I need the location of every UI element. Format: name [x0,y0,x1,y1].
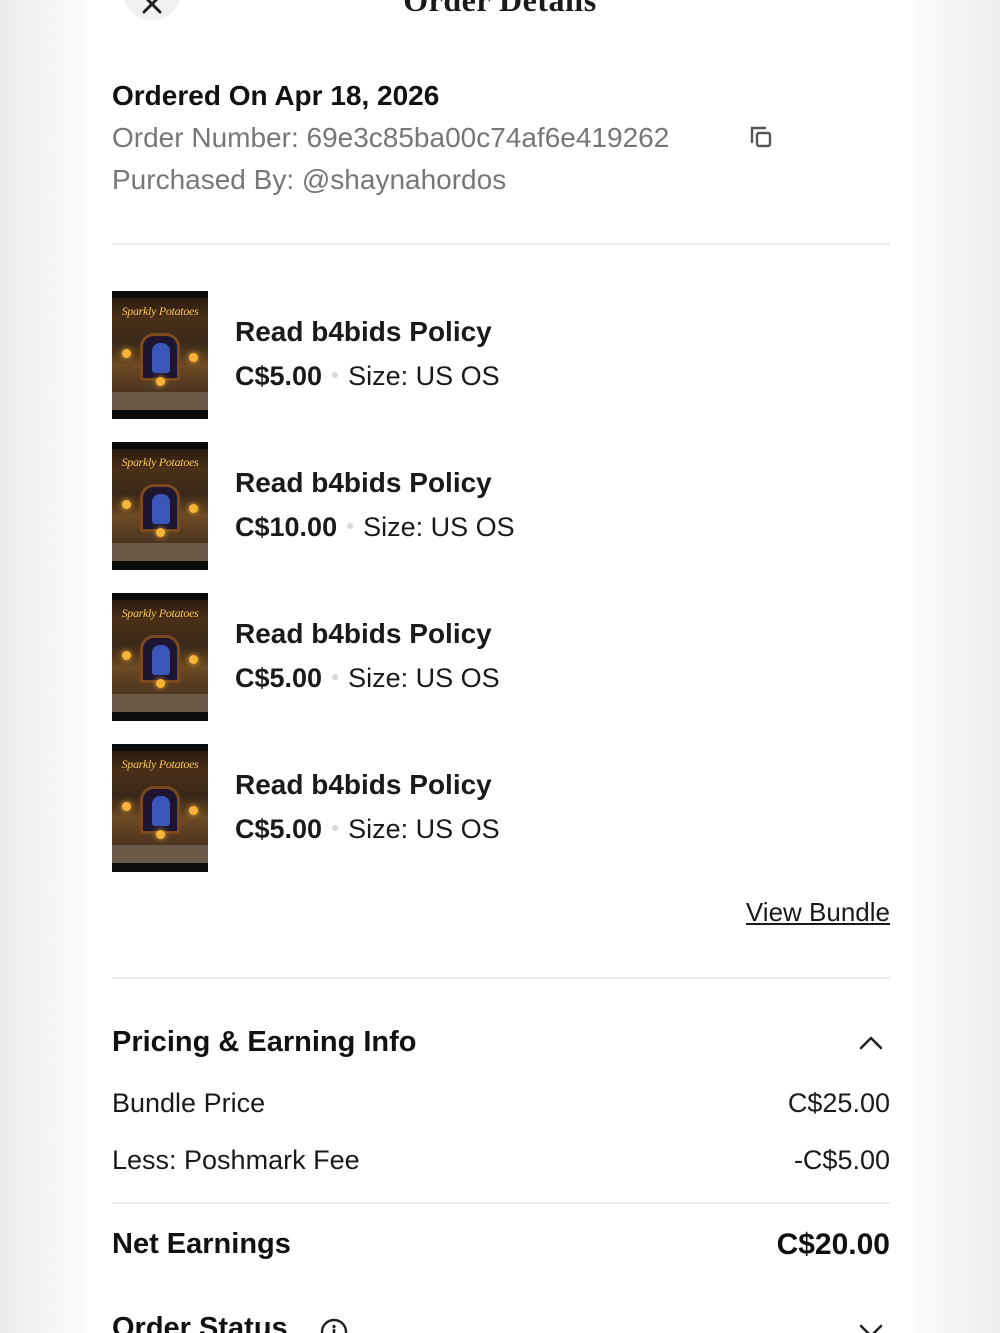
listing-thumbnail: Sparkly Potatoes [112,291,208,419]
order-date: Ordered On Apr 18, 2026 [112,80,440,111]
divider [112,1202,890,1204]
chevron-up-icon[interactable] [857,1032,885,1052]
separator-dot [332,824,339,831]
list-item[interactable]: Sparkly Potatoes Read b4bids Policy C$5.… [112,593,890,721]
thumbnail-title: Sparkly Potatoes [121,606,199,620]
listing-thumbnail: Sparkly Potatoes [112,593,208,721]
item-size: Size: US OS [348,663,500,693]
pricing-section-title[interactable]: Pricing & Earning Info [112,1026,417,1059]
item-title: Read b4bids Policy [235,467,492,498]
copy-icon[interactable] [748,124,774,150]
info-icon[interactable] [320,1318,348,1333]
header-bar: Order Details [85,0,915,22]
item-title: Read b4bids Policy [235,618,492,649]
item-size: Size: US OS [348,361,500,391]
net-earnings-label: Net Earnings [112,1228,291,1260]
list-item[interactable]: Sparkly Potatoes Read b4bids Policy C$5.… [112,744,890,872]
item-title: Read b4bids Policy [235,316,492,347]
order-number: Order Number: 69e3c85ba00c74af6e419262 [112,122,670,153]
item-size: Size: US OS [348,814,500,844]
thumbnail-title: Sparkly Potatoes [121,757,199,771]
divider [112,243,890,245]
item-price: C$5.00 [235,663,323,693]
item-title: Read b4bids Policy [235,769,492,800]
item-price: C$10.00 [235,512,338,542]
fee-value: -C$5.00 [793,1145,890,1175]
order-status-title[interactable]: Order Status [112,1312,288,1333]
order-details-panel: Order Details Ordered On Apr 18, 2026 Or… [85,0,915,1333]
purchased-by: Purchased By: @shaynahordos [112,164,507,195]
net-earnings-value: C$20.00 [776,1228,890,1261]
thumbnail-title: Sparkly Potatoes [121,304,199,318]
list-item[interactable]: Sparkly Potatoes Read b4bids Policy C$10… [112,442,890,570]
page-title: Order Details [403,0,597,18]
separator-dot [347,522,354,529]
thumbnail-title: Sparkly Potatoes [121,455,199,469]
item-details: C$5.00 Size: US OS [235,814,500,845]
listing-thumbnail: Sparkly Potatoes [112,744,208,872]
separator-dot [332,371,339,378]
fee-label: Less: Poshmark Fee [112,1145,360,1175]
item-details: C$10.00 Size: US OS [235,512,515,543]
list-item[interactable]: Sparkly Potatoes Read b4bids Policy C$5.… [112,291,890,419]
separator-dot [332,673,339,680]
divider [112,977,890,979]
item-size: Size: US OS [363,512,515,542]
chevron-down-icon[interactable] [857,1322,885,1333]
item-details: C$5.00 Size: US OS [235,361,500,392]
item-details: C$5.00 Size: US OS [235,663,500,694]
view-bundle-link[interactable]: View Bundle [746,897,890,928]
item-price: C$5.00 [235,814,323,844]
bundle-price-value: C$25.00 [787,1088,890,1118]
bundle-price-label: Bundle Price [112,1088,266,1118]
item-price: C$5.00 [235,361,323,391]
listing-thumbnail: Sparkly Potatoes [112,442,208,570]
